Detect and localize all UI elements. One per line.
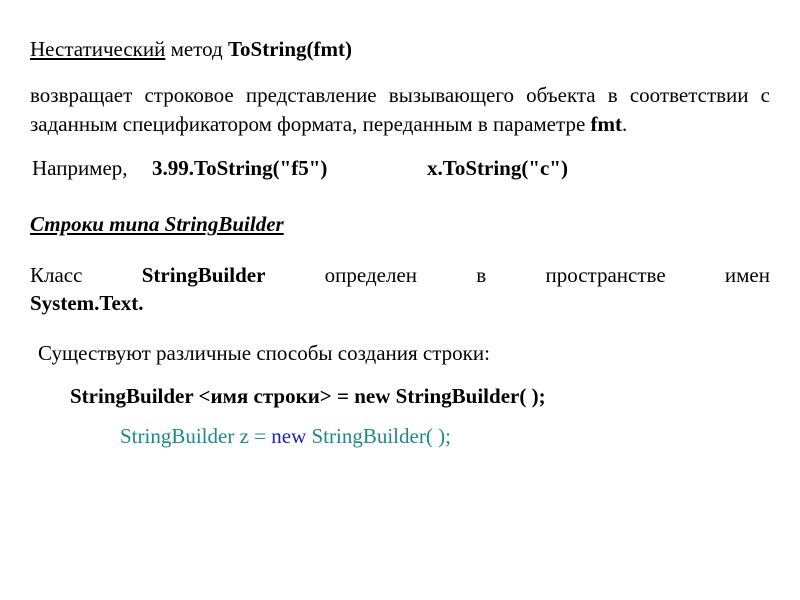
ways-paragraph: Существуют различные способы создания ст… (30, 339, 770, 367)
p2-w3: определен (325, 263, 417, 287)
desc-text: возвращает строковое представление вызыв… (30, 83, 770, 135)
desc-param: fmt (591, 112, 622, 136)
class-paragraph: Класс StringBuilder определен в простран… (30, 261, 770, 289)
p2-w6: имен (725, 263, 770, 287)
class-namespace: System.Text. (30, 289, 770, 317)
code-example: StringBuilder z = new StringBuilder( ); (30, 422, 770, 450)
description-paragraph: возвращает строковое представление вызыв… (30, 81, 770, 138)
heading-rest: метод (165, 37, 228, 61)
p2-w2: StringBuilder (142, 263, 266, 287)
method-heading: Нестатический метод ToString(fmt) (30, 35, 770, 63)
section-heading: Строки типа StringBuilder (30, 210, 770, 238)
syntax-line: StringBuilder <имя строки> = new StringB… (30, 382, 770, 410)
p2-w1: Класс (30, 263, 82, 287)
code-p2: StringBuilder( ); (306, 424, 451, 448)
example-b: x.ToString("c") (427, 154, 568, 182)
p2-w4: в (476, 263, 486, 287)
heading-method: ToString(fmt) (228, 37, 352, 61)
desc-dot: . (622, 112, 627, 136)
example-a: 3.99.ToString("f5") (152, 154, 427, 182)
heading-prefix: Нестатический (30, 37, 165, 61)
code-p1: StringBuilder z = (120, 424, 271, 448)
code-keyword: new (271, 424, 306, 448)
example-row: Например, 3.99.ToString("f5") x.ToString… (30, 154, 770, 182)
example-label: Например, (32, 154, 152, 182)
p2-w5: пространстве (545, 263, 665, 287)
